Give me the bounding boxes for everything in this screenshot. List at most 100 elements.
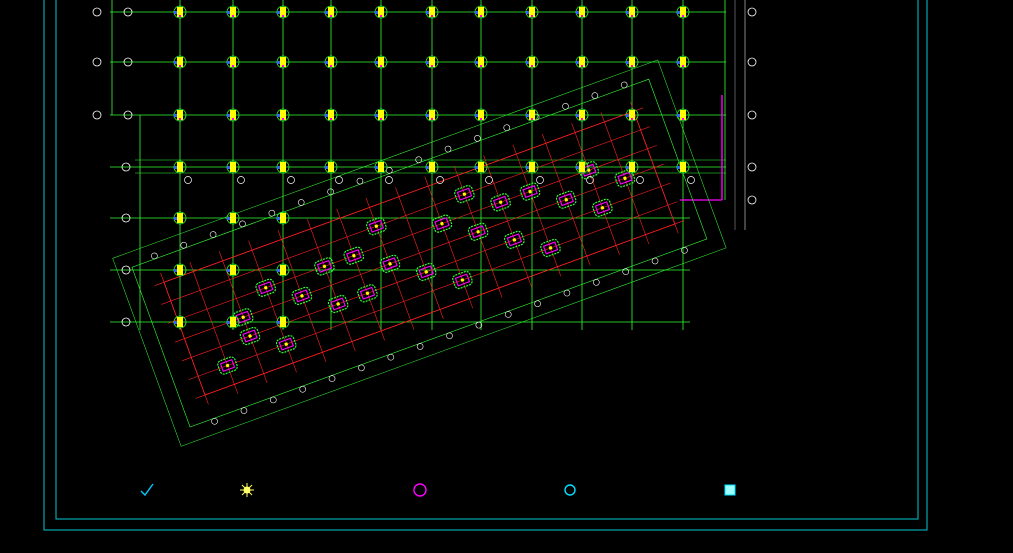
legend-item (723, 483, 741, 497)
column-tag (626, 166, 629, 169)
column-marker (581, 65, 583, 67)
note-line (758, 7, 918, 14)
column-tag (174, 166, 177, 169)
pile-column (241, 315, 246, 320)
column (177, 317, 183, 327)
column-marker (330, 118, 332, 120)
column (328, 162, 334, 172)
note-line (758, 35, 918, 42)
axis-bubble (591, 92, 599, 99)
column (579, 162, 585, 172)
rotated-grid-line (188, 201, 678, 380)
pile-column (512, 237, 517, 242)
column-marker (380, 118, 382, 120)
column-tag (526, 114, 529, 117)
column-marker (380, 65, 382, 67)
pile-column (374, 224, 379, 229)
design-notes (758, 0, 918, 224)
column-tag (174, 321, 177, 324)
note-line (758, 56, 918, 63)
column (680, 162, 686, 172)
symbol-legend (135, 483, 915, 503)
pile-column (336, 302, 341, 306)
axis-bubble (287, 176, 295, 184)
axis-bubble (356, 177, 364, 185)
column-marker (531, 15, 533, 17)
cyan-square-icon (724, 484, 736, 496)
axis-bubble (747, 162, 757, 172)
note-line (758, 175, 918, 182)
axis-bubble (562, 102, 569, 110)
column-marker (480, 15, 482, 17)
column-tag (426, 11, 429, 14)
column-tag (227, 217, 230, 220)
column-tag (375, 11, 378, 14)
column (280, 213, 286, 223)
pile-column (462, 192, 467, 197)
column-tag (426, 166, 429, 169)
axis-bubble (504, 311, 512, 318)
note-line (758, 140, 918, 147)
column-marker (480, 118, 482, 120)
column (177, 162, 183, 172)
axis-bubble (92, 7, 102, 17)
axis-bubble (651, 257, 659, 265)
column-tag (626, 11, 629, 14)
column (230, 162, 236, 172)
column-tag (375, 61, 378, 64)
column-tag (626, 114, 629, 117)
pile-column (284, 342, 289, 347)
column-marker (282, 118, 284, 120)
column-tag (227, 166, 230, 169)
axis-bubble (593, 279, 600, 286)
pile-column (263, 285, 268, 290)
column-tag (277, 269, 280, 272)
note-line (758, 189, 918, 196)
pile-column (548, 246, 553, 250)
pile-column (424, 269, 429, 274)
column (177, 265, 183, 275)
pile-column (351, 253, 356, 258)
column-tag (475, 61, 478, 64)
axis-bubble (385, 176, 393, 184)
column-tag (174, 61, 177, 64)
column-tag (475, 11, 478, 14)
axis-bubble (503, 124, 511, 131)
note-line (758, 14, 918, 21)
column (230, 317, 236, 327)
axis-bubble (358, 364, 365, 372)
column-marker (232, 118, 234, 120)
note-line (758, 63, 918, 70)
column-tag (677, 11, 680, 14)
column-tag (174, 114, 177, 117)
column-tag (277, 217, 280, 220)
axis-bubble (387, 353, 395, 361)
pile-column (623, 176, 627, 181)
column-marker (431, 118, 433, 120)
column-tag (227, 61, 230, 64)
column-tag (227, 114, 230, 117)
note-line (758, 161, 918, 168)
note-line (758, 105, 918, 112)
column-tag (576, 114, 579, 117)
column-marker (431, 65, 433, 67)
pile-column (564, 197, 569, 202)
pile-column (440, 221, 444, 226)
column (378, 162, 384, 172)
column (429, 162, 435, 172)
column-marker (282, 65, 284, 67)
axis-bubble (92, 57, 102, 67)
axis-bubble (209, 231, 217, 238)
column-marker (531, 65, 533, 67)
note-line (758, 21, 918, 28)
pile-column (600, 205, 605, 210)
column-marker (631, 118, 633, 120)
column-tag (277, 114, 280, 117)
column-tag (426, 114, 429, 117)
column-marker (431, 15, 433, 17)
column-marker (232, 15, 234, 17)
rotated-grid-line (154, 107, 644, 286)
note-line (758, 77, 918, 84)
column-marker (531, 118, 533, 120)
column-tag (277, 11, 280, 14)
